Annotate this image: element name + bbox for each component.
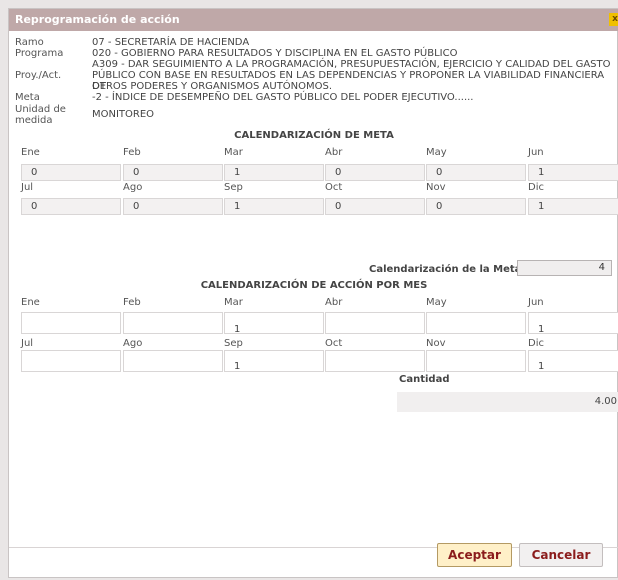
ramo-value: 07 - SECRETARÍA DE HACIENDA	[92, 37, 250, 48]
dialog-title: Reprogramación de acción	[15, 13, 180, 26]
unidad-value: MONITOREO	[92, 109, 155, 120]
action-month-label: Dic	[528, 338, 544, 349]
action-month-label: Nov	[426, 338, 446, 349]
proyecto-line-3: OTROS PODERES Y ORGANISMOS AUTÓNOMOS.	[92, 81, 333, 92]
action-month-label: Ago	[123, 338, 143, 349]
meta-value-field: 1	[224, 198, 324, 215]
unidad-label-1: Unidad de	[15, 104, 66, 115]
action-month-input[interactable]	[426, 312, 526, 334]
action-month-input[interactable]	[123, 350, 223, 372]
action-month-input[interactable]	[123, 312, 223, 334]
meta-month-label: Dic	[528, 182, 544, 193]
meta-month-label: May	[426, 147, 447, 158]
meta-value-field: 0	[123, 164, 223, 181]
meta-value-field: 0	[325, 198, 425, 215]
meta-total-field: 4	[517, 260, 612, 276]
action-month-label: Jul	[21, 338, 34, 349]
meta-month-label: Jul	[21, 182, 34, 193]
accept-button[interactable]: Aceptar	[437, 543, 512, 567]
meta-value-field: 0	[325, 164, 425, 181]
action-month-input[interactable]	[325, 350, 425, 372]
meta-month-label: Jun	[528, 147, 544, 158]
meta-label: Meta	[15, 92, 40, 103]
dialog-titlebar[interactable]: Reprogramación de acción x	[9, 9, 618, 31]
meta-month-label: Ago	[123, 182, 143, 193]
meta-month-label: Sep	[224, 182, 243, 193]
reprogramacion-dialog: Reprogramación de acción x Ramo 07 - SEC…	[8, 8, 618, 578]
meta-month-label: Ene	[21, 147, 40, 158]
action-month-input[interactable]	[21, 350, 121, 372]
action-month-input[interactable]	[21, 312, 121, 334]
action-calendar-title: CALENDARIZACIÓN DE ACCIÓN POR MES	[200, 280, 428, 291]
action-month-label: Ene	[21, 297, 40, 308]
action-month-input[interactable]: 1	[528, 312, 618, 335]
meta-value-field: 0	[426, 198, 526, 215]
quantity-label: Cantidad	[399, 374, 450, 385]
action-month-input[interactable]: 1	[224, 350, 324, 372]
action-month-input[interactable]: 1	[224, 312, 324, 335]
action-month-label: Mar	[224, 297, 243, 308]
unidad-label-2: medida	[15, 115, 53, 126]
meta-value-field: 1	[528, 198, 618, 215]
action-month-label: Abr	[325, 297, 343, 308]
meta-value-field: 0	[21, 198, 121, 215]
proyecto-line-1: A309 - DAR SEGUIMIENTO A LA PROGRAMACIÓN…	[92, 59, 611, 70]
meta-month-label: Nov	[426, 182, 446, 193]
proyecto-label: Proy./Act.	[15, 70, 62, 81]
action-month-input[interactable]: 1	[528, 350, 618, 372]
meta-value-field: 0	[21, 164, 121, 181]
ramo-label: Ramo	[15, 37, 44, 48]
cancel-button[interactable]: Cancelar	[519, 543, 603, 567]
action-month-input[interactable]	[426, 350, 526, 372]
action-month-label: Feb	[123, 297, 141, 308]
close-icon[interactable]: x	[609, 13, 618, 26]
meta-value-field: 1	[224, 164, 324, 181]
meta-month-label: Mar	[224, 147, 243, 158]
meta-value-field: 0	[123, 198, 223, 215]
action-month-label: Sep	[224, 338, 243, 349]
programa-value: 020 - GOBIERNO PARA RESULTADOS Y DISCIPL…	[92, 48, 458, 59]
meta-value-field: 1	[528, 164, 618, 181]
meta-total-label: Calendarización de la Meta:	[369, 264, 526, 275]
action-month-label: Oct	[325, 338, 343, 349]
quantity-field: 4.00	[397, 392, 618, 412]
meta-value: -2 - ÍNDICE DE DESEMPEÑO DEL GASTO PÚBLI…	[92, 92, 474, 103]
meta-month-label: Feb	[123, 147, 141, 158]
meta-calendar-title: CALENDARIZACIÓN DE META	[234, 130, 394, 141]
action-month-label: May	[426, 297, 447, 308]
programa-label: Programa	[15, 48, 64, 59]
action-month-label: Jun	[528, 297, 544, 308]
action-month-input[interactable]	[325, 312, 425, 334]
meta-month-label: Oct	[325, 182, 343, 193]
meta-month-label: Abr	[325, 147, 343, 158]
meta-value-field: 0	[426, 164, 526, 181]
